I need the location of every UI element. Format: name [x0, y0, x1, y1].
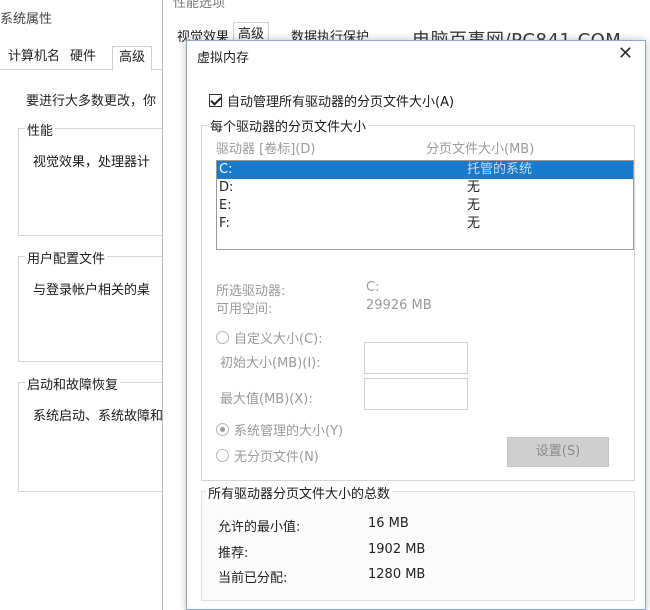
auto-manage-label: 自动管理所有驱动器的分页文件大小(A): [227, 95, 455, 110]
drive-row-d[interactable]: D: 无: [217, 179, 633, 197]
auto-manage-checkbox-row[interactable]: 自动管理所有驱动器的分页文件大小(A): [209, 91, 454, 110]
virtual-memory-dialog: 虚拟内存 ✕ 自动管理所有驱动器的分页文件大小(A) 每个驱动器的分页文件大小 …: [186, 40, 646, 610]
drive-paging-size: 托管的系统: [467, 162, 533, 177]
no-paging-radio-row[interactable]: 无分页文件(N): [216, 446, 319, 465]
no-paging-radio[interactable]: [216, 449, 229, 462]
system-properties-window: 系统属性 计算机名 硬件 高级 要进行大多数更改，你 性能 视觉效果，处理器计 …: [0, 0, 178, 610]
totals-row-minimum: 允许的最小值: 16 MB: [218, 516, 409, 535]
drive-row-c[interactable]: C: 托管的系统: [217, 161, 633, 179]
performance-options-title: 性能选项: [173, 0, 226, 11]
no-paging-label: 无分页文件(N): [234, 450, 319, 465]
drive-column-header: 驱动器 [卷标](D): [216, 142, 316, 157]
totals-label: 当前已分配:: [218, 571, 288, 586]
startup-recovery-group-desc: 系统启动、系统故障和: [33, 409, 164, 424]
tab-advanced[interactable]: 高级: [112, 46, 153, 71]
selected-drive-value: C:: [366, 280, 380, 295]
selected-drive-label: 所选驱动器:: [216, 284, 286, 299]
drive-row-f[interactable]: F: 无: [217, 215, 633, 233]
totals-label: 推荐:: [218, 546, 249, 561]
totals-value: 1902 MB: [368, 542, 426, 557]
tab-hardware[interactable]: 硬件: [64, 46, 102, 70]
tab-computer-name[interactable]: 计算机名: [2, 46, 66, 70]
startup-recovery-group-title: 启动和故障恢复: [25, 374, 121, 393]
drive-letter: C:: [219, 162, 233, 177]
close-icon[interactable]: ✕: [618, 43, 633, 64]
free-space-label: 可用空间:: [216, 302, 273, 317]
system-managed-radio[interactable]: [216, 423, 229, 436]
system-managed-radio-row[interactable]: 系统管理的大小(Y): [216, 420, 343, 439]
user-profiles-group: 用户配置文件 与登录帐户相关的桌: [18, 248, 178, 362]
performance-group: 性能 视觉效果，处理器计: [18, 120, 178, 236]
drive-list[interactable]: C: 托管的系统 D: 无 E: 无 F: 无: [216, 160, 634, 250]
auto-manage-checkbox[interactable]: [209, 94, 222, 107]
initial-size-input[interactable]: [364, 342, 468, 374]
max-size-label: 最大值(MB)(X):: [220, 392, 313, 407]
totals-value: 16 MB: [368, 516, 409, 531]
system-properties-title: 系统属性: [0, 12, 53, 27]
per-drive-group: 每个驱动器的分页文件大小 驱动器 [卷标](D) 分页文件大小(MB) C: 托…: [201, 116, 635, 481]
custom-size-label: 自定义大小(C):: [234, 332, 323, 347]
user-profiles-group-title: 用户配置文件: [25, 248, 108, 267]
user-profiles-group-desc: 与登录帐户相关的桌: [33, 283, 151, 298]
dialog-title: 虚拟内存: [197, 51, 250, 66]
drive-letter: F:: [219, 216, 230, 231]
totals-label: 允许的最小值:: [218, 520, 301, 535]
custom-size-radio[interactable]: [216, 331, 229, 344]
drive-paging-size: 无: [467, 180, 481, 195]
per-drive-group-title: 每个驱动器的分页文件大小: [208, 116, 369, 135]
system-managed-label: 系统管理的大小(Y): [234, 424, 344, 439]
paging-size-column-header: 分页文件大小(MB): [426, 142, 535, 157]
totals-row-allocated: 当前已分配: 1280 MB: [218, 567, 425, 586]
totals-group: 所有驱动器分页文件大小的总数 允许的最小值: 16 MB 推荐: 1902 MB…: [201, 483, 635, 601]
drive-letter: E:: [219, 198, 232, 213]
totals-row-recommended: 推荐: 1902 MB: [218, 542, 425, 561]
drive-letter: D:: [219, 180, 234, 195]
totals-group-title: 所有驱动器分页文件大小的总数: [206, 483, 393, 502]
max-size-input[interactable]: [364, 378, 468, 410]
drive-paging-size: 无: [467, 198, 481, 213]
startup-recovery-group: 启动和故障恢复 系统启动、系统故障和: [18, 374, 178, 492]
drive-paging-size: 无: [467, 216, 481, 231]
system-properties-tabs: 计算机名 硬件 高级: [0, 46, 170, 71]
performance-group-desc: 视觉效果，处理器计: [33, 155, 151, 170]
advanced-intro-text: 要进行大多数更改，你: [26, 94, 157, 109]
set-button[interactable]: 设置(S): [507, 437, 609, 467]
initial-size-label: 初始大小(MB)(I):: [220, 356, 321, 371]
drive-row-e[interactable]: E: 无: [217, 197, 633, 215]
free-space-value: 29926 MB: [366, 298, 432, 313]
custom-size-radio-row[interactable]: 自定义大小(C):: [216, 328, 323, 347]
performance-group-title: 性能: [25, 120, 56, 139]
totals-value: 1280 MB: [368, 567, 426, 582]
